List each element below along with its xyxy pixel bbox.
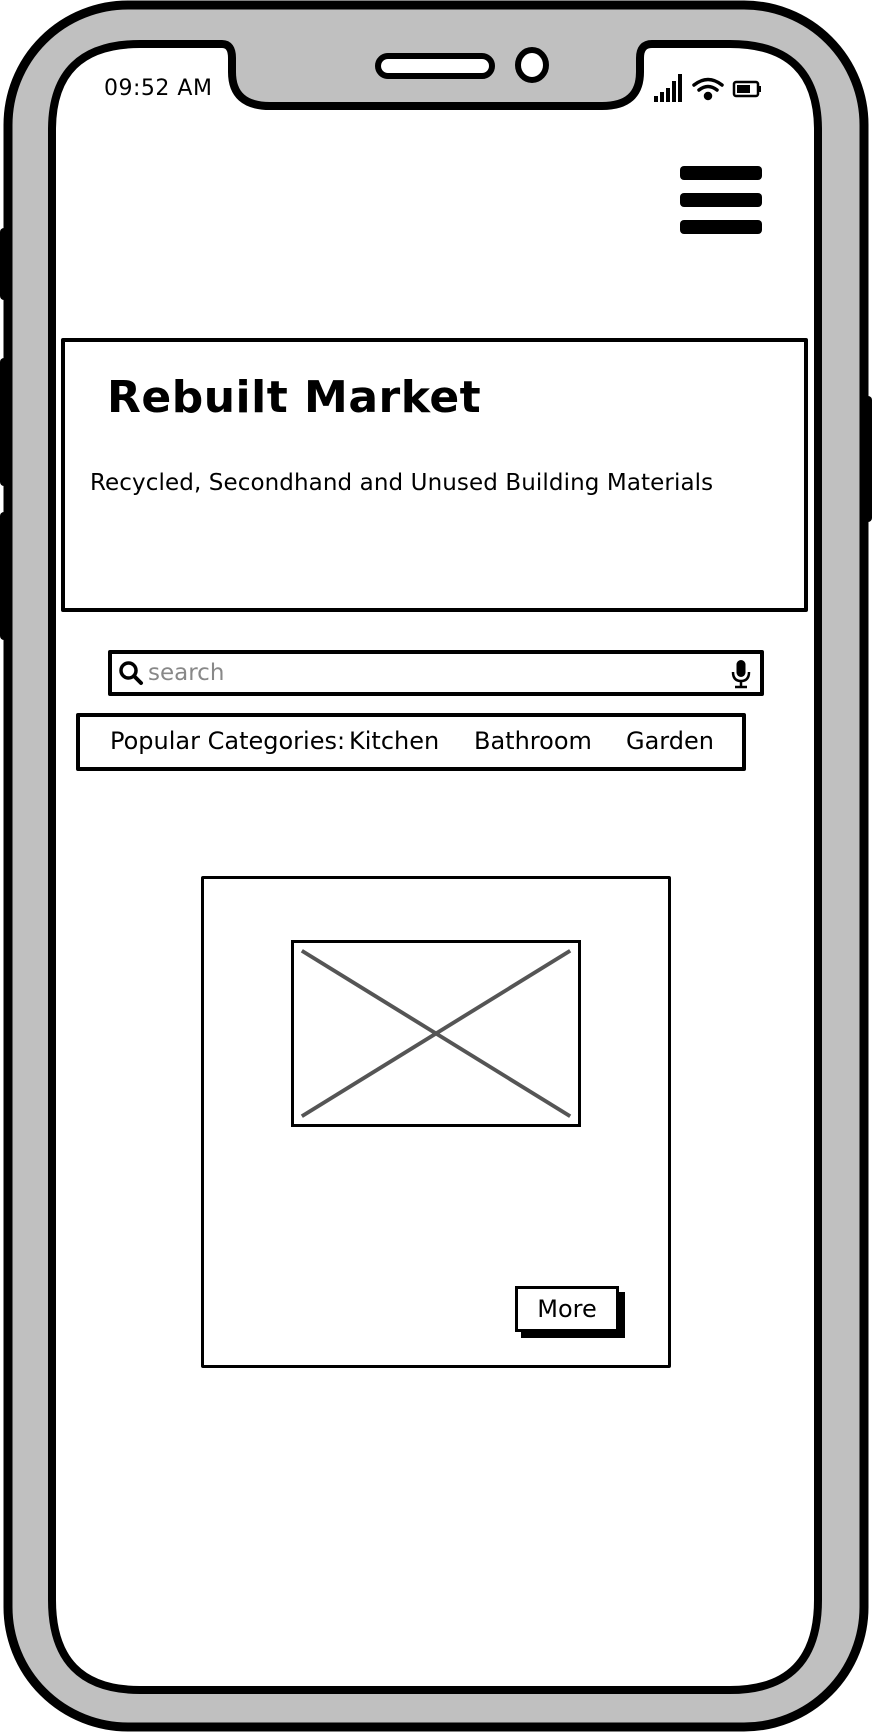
popular-categories-label: Popular Categories: xyxy=(110,727,346,755)
category-link-garden[interactable]: Garden xyxy=(626,727,714,755)
signal-icon xyxy=(654,74,682,102)
site-subtitle: Recycled, Secondhand and Unused Building… xyxy=(90,470,714,496)
microphone-icon[interactable] xyxy=(730,659,752,689)
power-button xyxy=(860,396,872,522)
hamburger-menu-icon[interactable] xyxy=(676,160,766,238)
more-button[interactable]: More xyxy=(515,1286,619,1332)
status-icons xyxy=(654,74,761,102)
volume-up-button xyxy=(0,358,12,486)
status-time: 09:52 AM xyxy=(104,76,213,101)
search-icon xyxy=(119,661,143,685)
category-link-bathroom[interactable]: Bathroom xyxy=(474,727,592,755)
phone-frame xyxy=(0,0,872,1732)
search-input[interactable] xyxy=(148,656,708,690)
battery-icon xyxy=(732,80,761,98)
category-link-kitchen[interactable]: Kitchen xyxy=(349,727,439,755)
silent-switch xyxy=(0,228,12,300)
volume-down-button xyxy=(0,512,12,640)
menu-bar xyxy=(680,220,762,234)
menu-bar xyxy=(680,166,762,180)
site-title: Rebuilt Market xyxy=(107,372,482,423)
image-placeholder-icon xyxy=(291,940,581,1127)
menu-bar xyxy=(680,193,762,207)
wifi-icon xyxy=(692,77,724,101)
